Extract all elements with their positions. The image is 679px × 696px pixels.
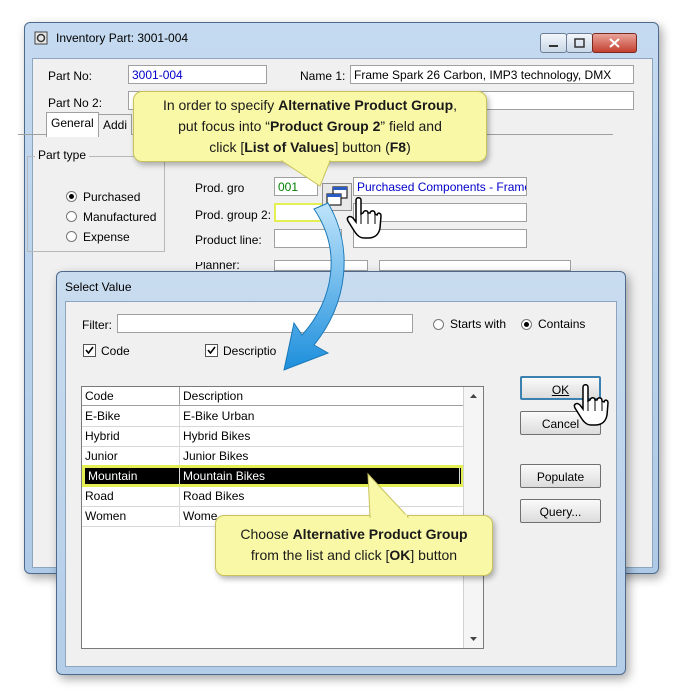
callout-top-text: In order to specify bbox=[162, 97, 279, 113]
cell-code: E-Bike bbox=[82, 406, 180, 426]
part-no-label: Part No: bbox=[48, 69, 93, 83]
radio-purchased-label: Purchased bbox=[83, 190, 141, 204]
description-checkbox-label: Descriptio bbox=[223, 344, 277, 358]
window-title: Inventory Part: 3001-004 bbox=[56, 31, 189, 45]
hand-cursor-icon bbox=[346, 197, 382, 239]
close-button[interactable] bbox=[592, 33, 637, 53]
radio-manufactured[interactable] bbox=[66, 211, 77, 222]
name2-field[interactable] bbox=[470, 91, 634, 110]
radio-manufactured-label: Manufactured bbox=[83, 210, 157, 224]
callout-top-text: put focus into “ bbox=[178, 118, 270, 134]
cell-description: Hybrid Bikes bbox=[180, 426, 464, 446]
populate-button[interactable]: Populate bbox=[520, 464, 601, 488]
prod-group-desc-field: Purchased Components - Frames bbox=[353, 177, 527, 196]
checkmark-icon bbox=[85, 346, 94, 355]
scroll-up-arrow-icon bbox=[470, 394, 477, 398]
dialog-title: Select Value bbox=[65, 280, 132, 294]
callout-pointer-icon bbox=[280, 160, 331, 187]
tab-general[interactable]: General bbox=[46, 112, 99, 137]
list-row[interactable]: Hybrid Hybrid Bikes bbox=[82, 426, 464, 447]
name1-field[interactable]: Frame Spark 26 Carbon, IMP3 technology, … bbox=[350, 65, 634, 84]
filter-input[interactable] bbox=[117, 314, 413, 333]
tab-additional[interactable]: Addi bbox=[98, 114, 133, 135]
contains-label: Contains bbox=[538, 317, 586, 331]
part-no2-label: Part No 2: bbox=[48, 96, 103, 110]
code-checkbox-label: Code bbox=[101, 344, 130, 358]
callout-bottom-text: ] button bbox=[410, 547, 458, 563]
product-line-label: Product line: bbox=[195, 233, 262, 247]
callout-pointer-icon bbox=[367, 472, 410, 518]
code-checkbox[interactable] bbox=[83, 344, 96, 357]
callout-bottom-text: from the list and click [ bbox=[250, 547, 390, 563]
checkmark-icon bbox=[207, 346, 216, 355]
part-no-field[interactable]: 3001-004 bbox=[128, 65, 267, 84]
description-checkbox[interactable] bbox=[205, 344, 218, 357]
cell-code: Hybrid bbox=[82, 426, 180, 446]
prod-group2-label: Prod. group 2: bbox=[195, 208, 272, 222]
callout-top-text: click [ bbox=[209, 139, 245, 155]
instruction-callout-bottom: Choose Alternative Product Group from th… bbox=[215, 515, 493, 576]
planner-label: Planner: bbox=[195, 262, 240, 270]
minimize-icon bbox=[549, 45, 558, 47]
planner-desc-field bbox=[379, 260, 571, 271]
radio-starts-with[interactable] bbox=[433, 319, 444, 330]
cell-description: Road Bikes bbox=[180, 486, 464, 506]
callout-top-text: ] button ( bbox=[334, 139, 390, 155]
prod-group-label: Prod. gro bbox=[195, 181, 245, 195]
callout-bottom-text: Choose bbox=[240, 526, 293, 542]
filter-label: Filter: bbox=[82, 318, 112, 332]
radio-purchased[interactable] bbox=[66, 191, 77, 202]
list-header: Code Description bbox=[82, 387, 464, 406]
cell-code: Women bbox=[82, 506, 180, 526]
callout-top-bold: F8 bbox=[389, 139, 407, 155]
radio-contains[interactable] bbox=[521, 319, 532, 330]
cell-description: E-Bike Urban bbox=[180, 406, 464, 426]
callout-top-text: , bbox=[453, 97, 458, 113]
part-type-title: Part type bbox=[35, 148, 90, 162]
name1-label: Name 1: bbox=[300, 69, 346, 83]
cell-code: Road bbox=[82, 486, 180, 506]
callout-top-bold: Alternative Product Group bbox=[278, 97, 454, 113]
minimize-button[interactable] bbox=[540, 33, 567, 53]
instruction-callout-top: In order to specify Alternative Product … bbox=[133, 91, 487, 162]
cell-code: Mountain bbox=[85, 468, 180, 484]
radio-expense[interactable] bbox=[66, 231, 77, 242]
callout-top-text: ) bbox=[406, 139, 411, 155]
app-icon bbox=[34, 31, 48, 45]
callout-bottom-bold: OK bbox=[389, 547, 411, 563]
cell-code: Junior bbox=[82, 446, 180, 466]
hand-cursor-icon bbox=[573, 384, 609, 426]
starts-with-label: Starts with bbox=[450, 317, 507, 331]
close-icon bbox=[609, 38, 620, 48]
callout-top-bold: Product Group 2 bbox=[269, 118, 381, 134]
callout-bottom-bold: Alternative Product Group bbox=[292, 526, 468, 542]
maximize-icon bbox=[574, 38, 585, 48]
cell-description: Junior Bikes bbox=[180, 446, 464, 466]
callout-top-text: ” field and bbox=[380, 118, 442, 134]
callout-top-bold: List of Values bbox=[244, 139, 335, 155]
query-button[interactable]: Query... bbox=[520, 499, 601, 523]
scroll-down-arrow-icon bbox=[470, 637, 477, 641]
column-header-code[interactable]: Code bbox=[82, 387, 180, 405]
cell-description: Mountain Bikes bbox=[180, 468, 460, 484]
list-row[interactable]: E-Bike E-Bike Urban bbox=[82, 406, 464, 427]
radio-expense-label: Expense bbox=[83, 230, 130, 244]
column-header-description[interactable]: Description bbox=[180, 387, 464, 405]
maximize-button[interactable] bbox=[566, 33, 593, 53]
list-row[interactable]: Junior Junior Bikes bbox=[82, 446, 464, 467]
ok-button-label: OK bbox=[551, 383, 570, 397]
